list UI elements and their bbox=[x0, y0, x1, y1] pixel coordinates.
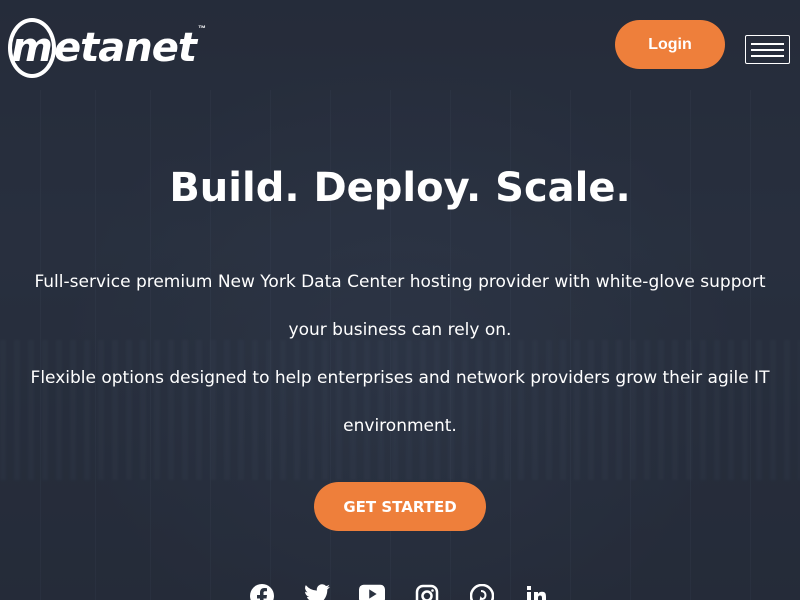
logo-text: etanet bbox=[54, 25, 197, 71]
social-links bbox=[0, 580, 800, 600]
youtube-icon[interactable] bbox=[359, 584, 385, 600]
hero-headline: Build. Deploy. Scale. bbox=[169, 165, 631, 211]
login-button[interactable]: Login bbox=[615, 20, 725, 69]
hamburger-menu-icon[interactable] bbox=[745, 35, 790, 64]
linkedin-icon[interactable] bbox=[524, 584, 550, 600]
hero-description-2: Flexible options designed to help enterp… bbox=[30, 368, 770, 436]
metanet-logo[interactable]: m etanet ™ bbox=[8, 18, 206, 78]
site-header: m etanet ™ Login bbox=[0, 0, 800, 90]
instagram-icon[interactable] bbox=[414, 584, 440, 600]
pinterest-icon[interactable] bbox=[469, 584, 495, 600]
twitter-icon[interactable] bbox=[304, 584, 330, 600]
facebook-icon[interactable] bbox=[249, 584, 275, 600]
hero-description-1: Full-service premium New York Data Cente… bbox=[34, 272, 766, 340]
logo-mark: m bbox=[8, 18, 56, 78]
get-started-button[interactable]: GET STARTED bbox=[314, 482, 486, 531]
trademark: ™ bbox=[197, 23, 206, 33]
